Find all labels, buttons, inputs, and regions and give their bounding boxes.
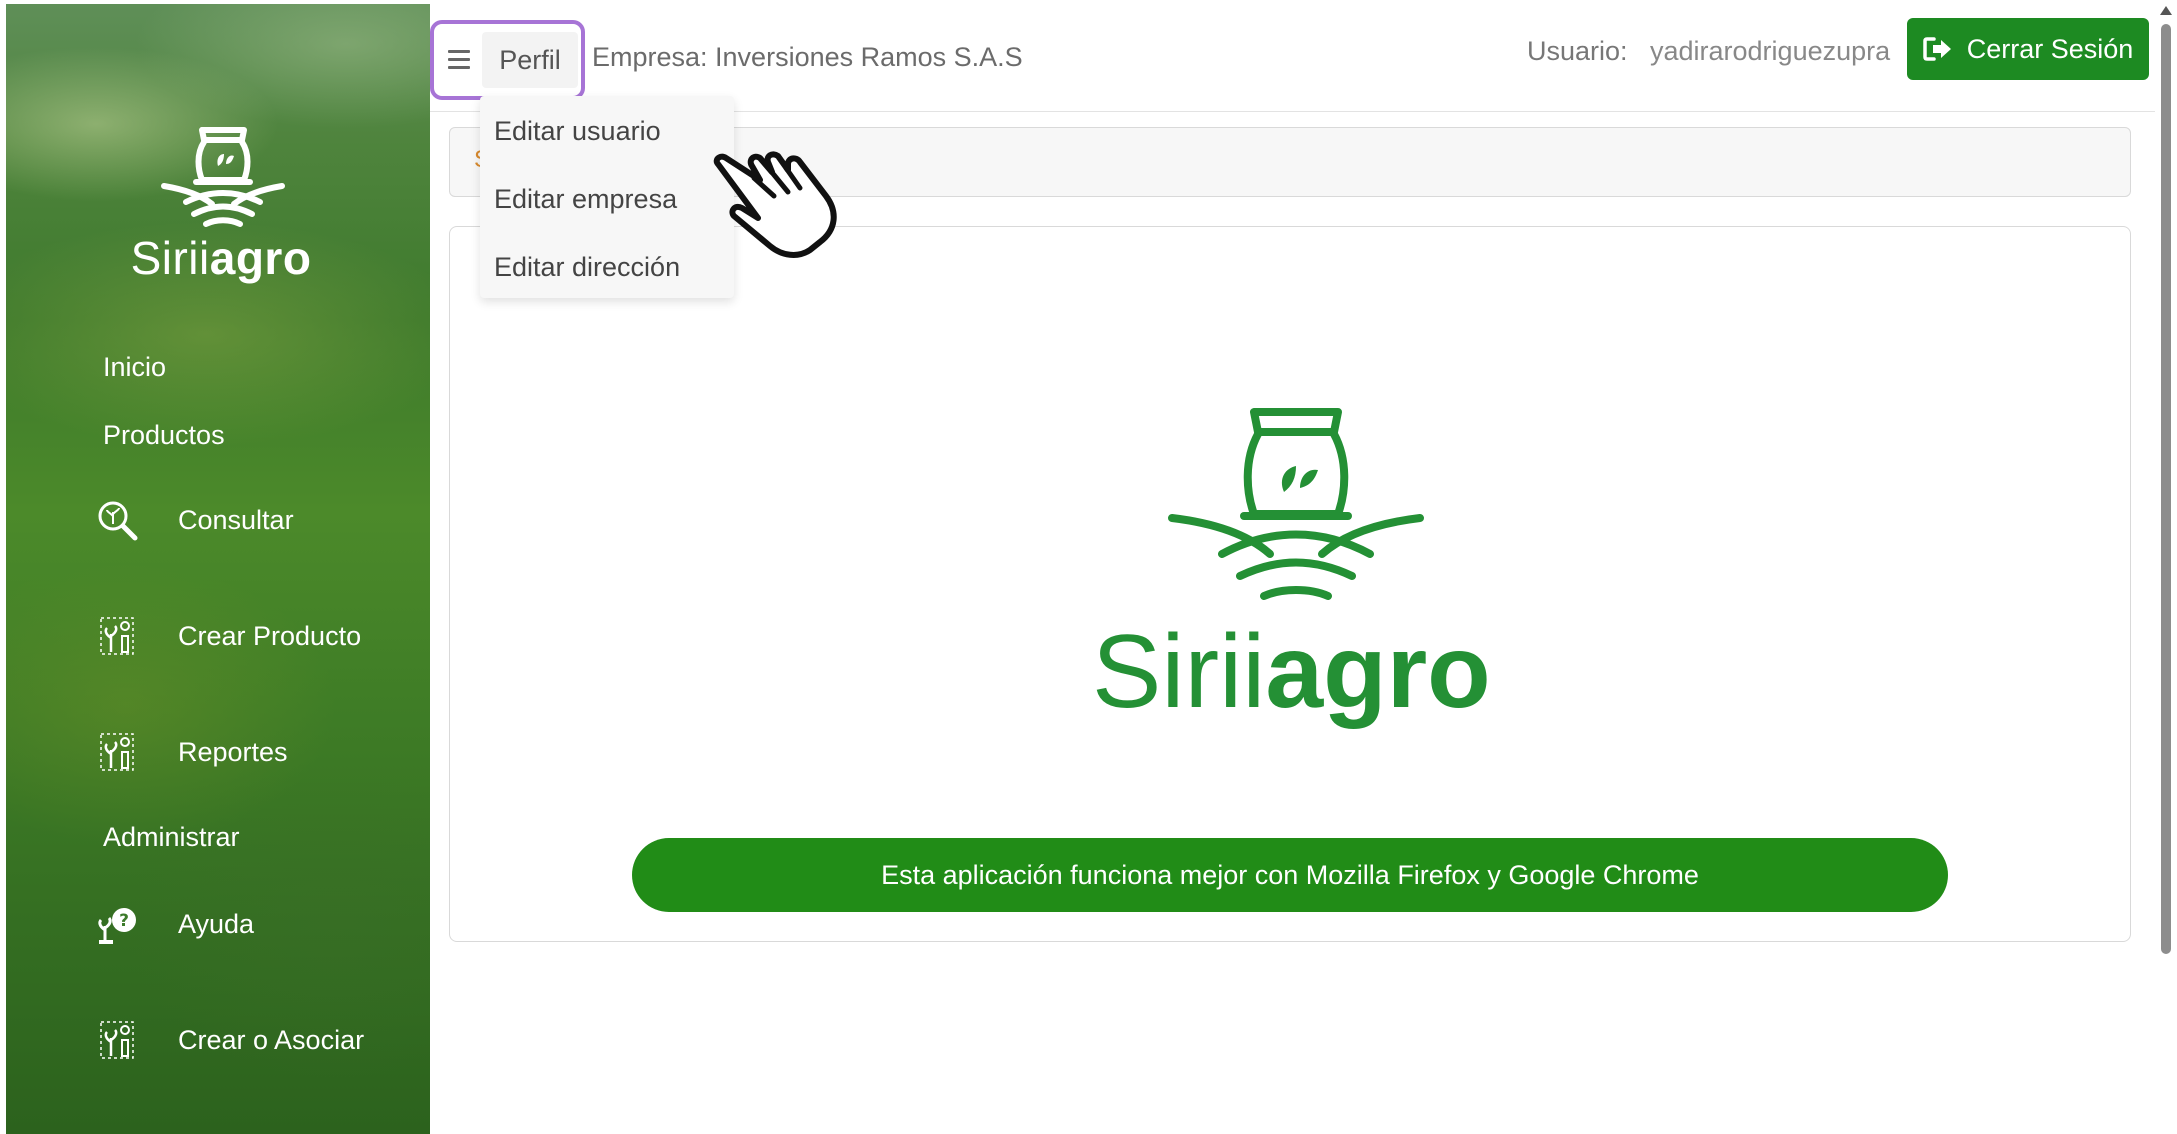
- nav-administrar-heading[interactable]: Administrar: [103, 822, 240, 853]
- sidebar-item-consultar[interactable]: Consultar: [94, 495, 414, 545]
- center-logo: Siriiagro: [1092, 404, 1491, 734]
- menu-item-editar-direccion[interactable]: Editar dirección: [494, 252, 680, 283]
- sidebar-item-label: Consultar: [178, 504, 294, 535]
- profile-menu-highlight: Perfil: [430, 20, 585, 100]
- sidebar-item-crear-producto[interactable]: Crear Producto: [94, 611, 414, 661]
- pointing-hand-cursor-icon: [713, 151, 837, 258]
- sidebar-item-crear-asociar[interactable]: Crear o Asociar: [94, 1015, 414, 1065]
- plant-report-icon: [94, 729, 140, 775]
- user-label: Usuario:: [1527, 36, 1628, 66]
- center-brand-name: Siriiagro: [1092, 614, 1491, 730]
- user-name: yadirarodriguezupra: [1650, 36, 1891, 66]
- perfil-button[interactable]: Perfil: [482, 32, 578, 88]
- sidebar: Siriiagro Inicio Productos Consultar Cre…: [6, 4, 430, 1134]
- profile-dropdown-menu: Editar usuario Editar empresa Editar dir…: [480, 96, 734, 298]
- nav-inicio[interactable]: Inicio: [103, 352, 166, 383]
- nav-productos-heading[interactable]: Productos: [103, 420, 225, 451]
- sidebar-item-label: Ayuda: [178, 908, 255, 939]
- sign-out-icon: [1922, 37, 1951, 61]
- hamburger-icon[interactable]: [448, 50, 470, 70]
- logout-label: Cerrar Sesión: [1966, 33, 2134, 64]
- sidebar-brand-name: Siriiagro: [130, 232, 312, 284]
- vertical-scrollbar[interactable]: [2155, 0, 2177, 1134]
- magnifier-leaf-icon: [94, 497, 140, 543]
- plant-help-icon: ?: [94, 901, 140, 947]
- logout-button[interactable]: Cerrar Sesión: [1907, 18, 2149, 80]
- plant-associate-icon: [94, 1017, 140, 1063]
- app-page: Siriiagro Inicio Productos Consultar Cre…: [0, 0, 2177, 1134]
- sidebar-logo[interactable]: Siriiagro: [116, 124, 326, 294]
- sack-field-icon: [161, 127, 285, 227]
- sidebar-item-ayuda[interactable]: ? Ayuda: [94, 899, 414, 949]
- plant-product-icon: [94, 613, 140, 659]
- sidebar-item-label: Reportes: [178, 736, 288, 767]
- sidebar-item-reportes[interactable]: Reportes: [94, 727, 414, 777]
- menu-item-editar-empresa[interactable]: Editar empresa: [494, 184, 677, 215]
- sack-field-icon: [1168, 408, 1424, 600]
- company-label: Empresa: Inversiones Ramos S.A.S: [592, 42, 1023, 72]
- menu-item-editar-usuario[interactable]: Editar usuario: [494, 116, 661, 147]
- sidebar-item-label: Crear o Asociar: [178, 1024, 365, 1055]
- sidebar-item-label: Crear Producto: [178, 620, 362, 651]
- browser-recommendation-banner: Esta aplicación funciona mejor con Mozil…: [632, 838, 1948, 912]
- scroll-up-arrow-icon[interactable]: [2160, 6, 2172, 15]
- scroll-thumb[interactable]: [2161, 24, 2171, 954]
- svg-text:?: ?: [119, 911, 129, 931]
